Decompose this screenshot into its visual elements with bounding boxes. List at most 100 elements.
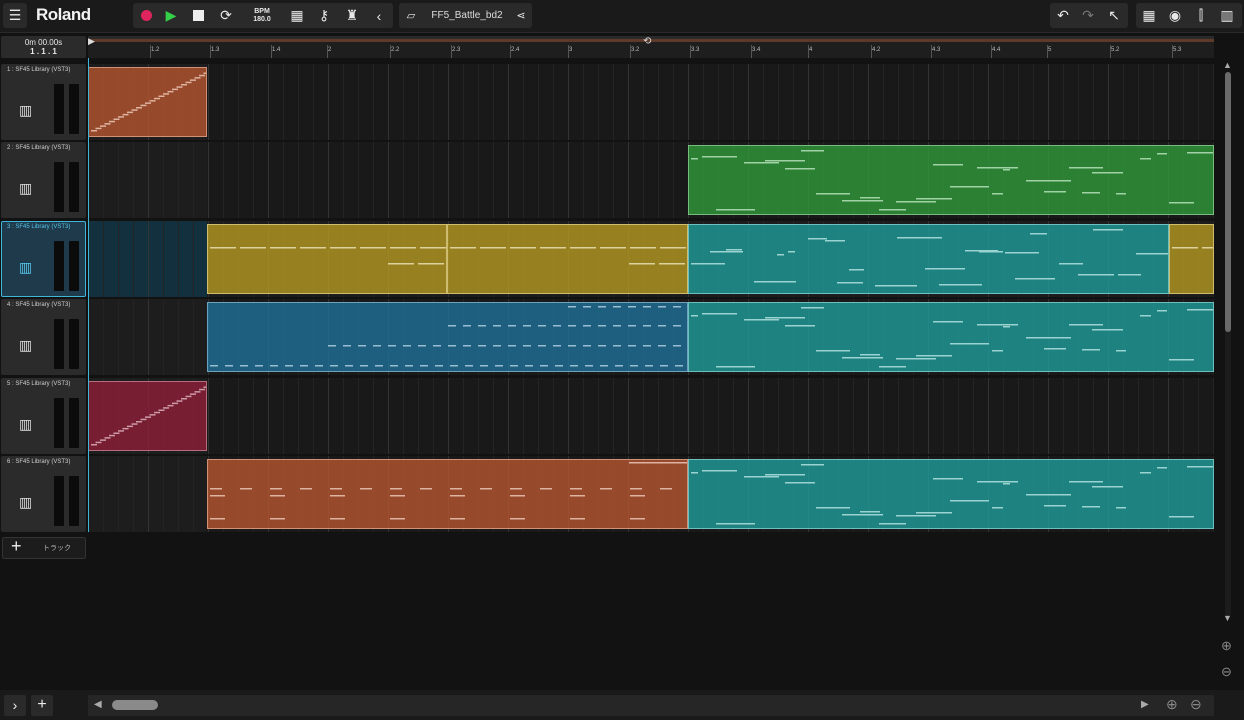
track-header[interactable]: 4 : SF45 Library (VST3) ▥ <box>1 299 86 375</box>
zoom-in-horizontal-icon[interactable]: ⊕ <box>1166 696 1178 713</box>
mixer-button[interactable]: ▦ <box>1138 3 1160 28</box>
horizontal-scrollbar[interactable]: ◀ ▶ ⊕ ⊖ <box>88 695 1214 716</box>
grid-line <box>673 142 674 218</box>
vertical-scroll-track[interactable] <box>1225 72 1231 617</box>
midi-clip[interactable] <box>688 302 1214 372</box>
redo-button[interactable]: ↷ <box>1077 3 1099 28</box>
zoom-out-vertical-icon[interactable]: ⊖ <box>1221 664 1232 680</box>
playhead-marker[interactable]: ▶ <box>88 36 95 47</box>
undo-button[interactable]: ↶ <box>1052 3 1074 28</box>
grid-line <box>448 142 449 218</box>
midi-note <box>1059 263 1083 265</box>
midi-note <box>842 200 883 202</box>
grid-line <box>568 64 569 140</box>
track-header[interactable]: 2 : SF45 Library (VST3) ▥ <box>1 142 86 218</box>
pointer-button[interactable]: ↖ <box>1103 3 1125 28</box>
track-lane[interactable] <box>88 378 1214 454</box>
grid-line <box>508 378 509 454</box>
midi-clip[interactable] <box>688 145 1214 215</box>
grid-line <box>763 378 764 454</box>
record-button[interactable] <box>135 3 157 28</box>
midi-note <box>1030 233 1047 235</box>
timeline-ruler[interactable]: ▶ ⟲ 1.2 1.3 1.4 2 2.2 2.3 2.4 3 3.2 3.3 3.4 4 4.2 4.3… <box>88 36 1214 58</box>
zoom-out-horizontal-icon[interactable]: ⊖ <box>1190 696 1202 713</box>
track-header[interactable]: 6 : SF45 Library (VST3) ▥ <box>1 456 86 532</box>
add-track-button[interactable]: + トラック <box>2 536 86 559</box>
grid-line <box>1108 64 1109 140</box>
track-header[interactable]: 5 : SF45 Library (VST3) ▥ <box>1 378 86 454</box>
grid-line <box>118 142 119 218</box>
zoom-in-vertical-icon[interactable]: ⊕ <box>1221 638 1232 654</box>
midi-note <box>540 365 548 367</box>
grid-line <box>253 142 254 218</box>
midi-note <box>176 400 183 402</box>
folder-button[interactable]: ▱ <box>401 3 421 28</box>
scroll-down-icon[interactable]: ▼ <box>1223 613 1232 623</box>
midi-clip[interactable] <box>207 459 688 529</box>
back-button[interactable]: ‹ <box>368 3 390 28</box>
track-lane[interactable] <box>88 456 1214 532</box>
midi-note <box>1003 326 1010 328</box>
midi-note <box>510 495 525 497</box>
track-lane[interactable] <box>88 221 1214 297</box>
key-button[interactable]: ⚷ <box>313 3 335 28</box>
expand-button[interactable]: › <box>4 695 26 716</box>
grid-line <box>283 64 284 140</box>
midi-clip[interactable] <box>688 224 1169 294</box>
grid-line <box>973 378 974 454</box>
track-lane[interactable] <box>88 142 1214 218</box>
grid-line <box>313 64 314 140</box>
track-header[interactable]: 1 : SF45 Library (VST3) ▥ <box>1 64 86 140</box>
midi-note <box>210 518 225 520</box>
grid-line <box>658 378 659 454</box>
midi-note <box>765 474 805 476</box>
play-button[interactable]: ▶ <box>160 3 182 28</box>
project-name[interactable]: FF5_Battle_bd2 <box>425 3 509 28</box>
scroll-right-icon[interactable]: ▶ <box>1141 699 1149 710</box>
midi-note <box>181 84 187 86</box>
grid-button[interactable]: ▦ <box>286 3 308 28</box>
loop-button[interactable]: ⟳ <box>215 3 237 28</box>
grid-line <box>433 378 434 454</box>
midi-note <box>388 263 414 265</box>
midi-note <box>154 411 160 414</box>
midi-note <box>842 357 883 359</box>
scroll-left-icon[interactable]: ◀ <box>94 699 102 710</box>
grid-line <box>613 142 614 218</box>
eye-button[interactable]: ◉ <box>1164 3 1186 28</box>
midi-note <box>785 325 815 327</box>
midi-note <box>950 343 989 345</box>
horizontal-scroll-thumb[interactable] <box>112 700 158 710</box>
scroll-up-icon[interactable]: ▲ <box>1223 60 1232 70</box>
midi-note <box>645 365 653 367</box>
vertical-scroll-thumb[interactable] <box>1225 72 1231 332</box>
bpm-display[interactable]: BPM 180.0 <box>247 3 277 28</box>
ruler-tick-label: 3.4 <box>752 47 761 53</box>
midi-clip[interactable] <box>207 224 447 294</box>
share-button[interactable]: ⋖ <box>511 3 531 28</box>
midi-clip[interactable] <box>1169 224 1214 294</box>
loop-marker-icon[interactable]: ⟲ <box>643 36 651 47</box>
grid-line <box>643 142 644 218</box>
midi-clip[interactable] <box>207 302 688 372</box>
grid-line <box>673 378 674 454</box>
track-header[interactable]: 3 : SF45 Library (VST3) ▥ <box>1 221 86 297</box>
midi-note <box>916 355 952 357</box>
menu-button[interactable]: ☰ <box>3 3 27 28</box>
midi-clip[interactable] <box>688 459 1214 529</box>
midi-clip[interactable] <box>447 224 688 294</box>
track-lane[interactable] <box>88 64 1214 140</box>
stop-button[interactable] <box>187 3 209 28</box>
track-lane[interactable] <box>88 299 1214 375</box>
vertical-scrollbar[interactable]: ▲ ▼ ⊕ ⊖ <box>1221 60 1235 680</box>
metronome-button[interactable]: ♜ <box>341 3 363 28</box>
midi-clip[interactable] <box>88 381 207 451</box>
midi-note <box>450 247 476 249</box>
faders-button[interactable]: ⫿ <box>1190 3 1212 28</box>
keyboard-button[interactable]: ▥ <box>1216 3 1238 28</box>
midi-note <box>330 365 338 367</box>
midi-clip[interactable] <box>88 67 207 137</box>
grid-line <box>103 221 104 297</box>
time-display[interactable]: 0m 00.00s 1 . 1 . 1 <box>1 36 86 58</box>
add-button[interactable]: + <box>31 695 53 716</box>
